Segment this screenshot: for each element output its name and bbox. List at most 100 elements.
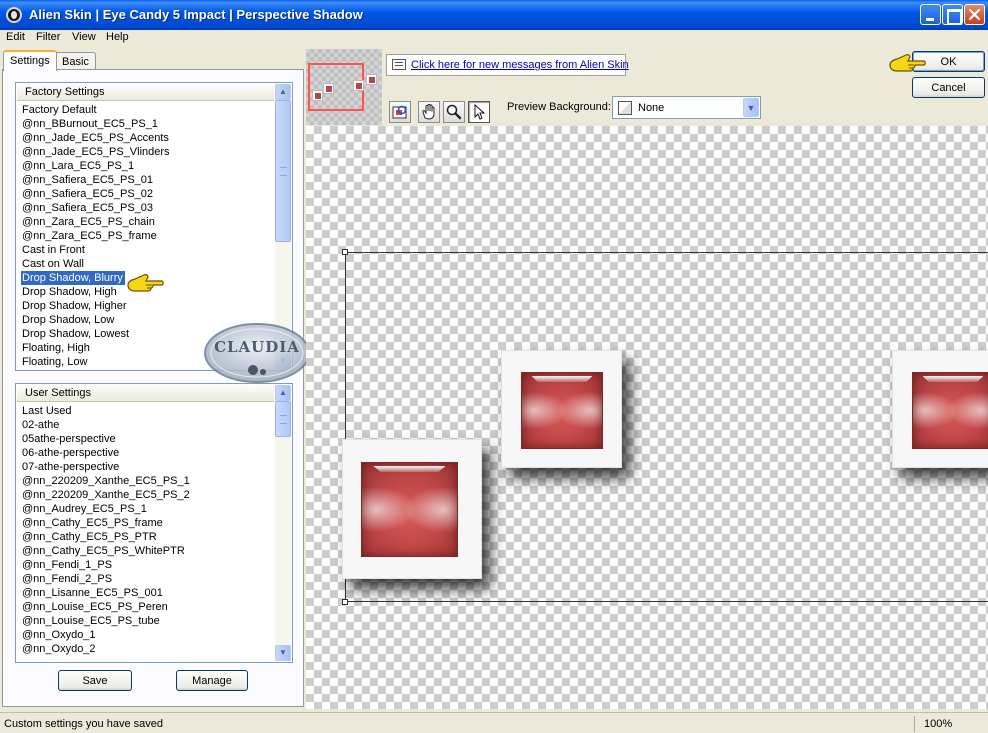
scroll-down-button[interactable]: ▼ xyxy=(275,645,291,661)
preview-background-select[interactable]: None ▼ xyxy=(612,96,761,119)
list-item[interactable]: Drop Shadow, Higher xyxy=(21,299,274,313)
list-item-label: @nn_Safiera_EC5_PS_02 xyxy=(22,188,154,200)
list-item-label: @nn_Louise_EC5_PS_tube xyxy=(22,615,160,627)
list-item[interactable]: @nn_Zara_EC5_PS_frame xyxy=(21,229,274,243)
list-item[interactable]: @nn_Jade_EC5_PS_Vlinders xyxy=(21,145,274,159)
list-item-label: 05athe-perspective xyxy=(22,433,116,445)
navigate-icon xyxy=(392,105,407,119)
list-item[interactable]: 02-athe xyxy=(21,418,274,432)
list-item[interactable]: @nn_Cathy_EC5_PS_frame xyxy=(21,516,274,530)
list-item-label: Cast in Front xyxy=(22,244,85,256)
navigation-thumbnail[interactable] xyxy=(306,49,382,125)
menu-filter[interactable]: Filter xyxy=(36,31,60,43)
pointer-tool-button[interactable] xyxy=(468,101,490,123)
list-item[interactable]: @nn_Fendi_2_PS xyxy=(21,572,274,586)
list-item[interactable]: @nn_220209_Xanthe_EC5_PS_2 xyxy=(21,488,274,502)
status-bar: Custom settings you have saved 100% xyxy=(0,712,988,733)
list-item-label: @nn_Louise_EC5_PS_Peren xyxy=(22,601,168,613)
list-item[interactable]: @nn_BBurnout_EC5_PS_1 xyxy=(21,117,274,131)
scroll-up-button[interactable]: ▲ xyxy=(275,84,291,100)
list-item-label: @nn_Cathy_EC5_PS_frame xyxy=(22,517,163,529)
list-item-label: @nn_220209_Xanthe_EC5_PS_1 xyxy=(22,475,190,487)
scroll-thumb[interactable] xyxy=(275,100,291,242)
list-item-label: @nn_Lisanne_EC5_PS_001 xyxy=(22,587,163,599)
list-item[interactable]: @nn_Audrey_EC5_PS_1 xyxy=(21,502,274,516)
list-item[interactable]: 06-athe-perspective xyxy=(21,446,274,460)
save-button[interactable]: Save xyxy=(58,670,132,691)
list-item[interactable]: 07-athe-perspective xyxy=(21,460,274,474)
list-item[interactable]: 05athe-perspective xyxy=(21,432,274,446)
list-item[interactable]: @nn_Safiera_EC5_PS_02 xyxy=(21,187,274,201)
list-item[interactable]: @nn_220209_Xanthe_EC5_PS_1 xyxy=(21,474,274,488)
user-settings-list[interactable]: User Settings Last Used 02-athe 05athe-per… xyxy=(15,383,293,663)
list-item-label: @nn_Fendi_1_PS xyxy=(22,559,113,571)
list-item-label: 06-athe-perspective xyxy=(22,447,120,459)
list-item[interactable]: Last Used xyxy=(21,404,274,418)
chevron-down-icon[interactable]: ▼ xyxy=(743,98,759,117)
list-item-label: Drop Shadow, Low xyxy=(22,314,115,326)
zoom-tool-button[interactable] xyxy=(443,101,465,123)
maximize-button[interactable] xyxy=(942,4,963,25)
title-bar[interactable]: Alien Skin | Eye Candy 5 Impact | Perspe… xyxy=(0,0,988,30)
preview-tile xyxy=(892,350,988,468)
menu-help[interactable]: Help xyxy=(106,31,129,43)
list-item-label: Drop Shadow, Higher xyxy=(22,300,127,312)
scroll-up-button[interactable]: ▲ xyxy=(275,385,291,401)
user-settings-header: User Settings xyxy=(17,385,274,402)
zoom-level: 100% xyxy=(924,718,953,730)
list-item-label: @nn_Zara_EC5_PS_chain xyxy=(22,216,155,228)
list-item-label: @nn_Safiera_EC5_PS_03 xyxy=(22,202,154,214)
list-item[interactable]: Factory Default xyxy=(21,103,274,117)
user-settings-scrollbar[interactable]: ▲ ▼ xyxy=(275,385,291,661)
mini-tile xyxy=(353,80,364,91)
preview-canvas[interactable] xyxy=(306,126,988,709)
background-swatch xyxy=(618,101,632,115)
cancel-button[interactable]: Cancel xyxy=(912,77,985,98)
manage-button[interactable]: Manage xyxy=(176,670,248,691)
hand-tool-button[interactable] xyxy=(418,101,440,123)
menu-view[interactable]: View xyxy=(72,31,96,43)
minimize-button[interactable] xyxy=(920,4,941,25)
list-item[interactable]: @nn_Jade_EC5_PS_Accents xyxy=(21,131,274,145)
list-item-label: @nn_Cathy_EC5_PS_WhitePTR xyxy=(22,545,185,557)
list-item[interactable]: Cast on Wall xyxy=(21,257,274,271)
status-separator xyxy=(914,716,915,732)
list-item[interactable]: @nn_Oxydo_1 xyxy=(21,628,274,642)
list-item[interactable]: @nn_Lara_EC5_PS_1 xyxy=(21,159,274,173)
selection-handle-bottom-left[interactable] xyxy=(342,599,348,605)
list-item-label: @nn_Oxydo_1 xyxy=(22,629,96,641)
selected-list-item-label: Drop Shadow, Blurry xyxy=(21,271,125,285)
tab-basic[interactable]: Basic xyxy=(55,52,96,70)
list-item[interactable]: @nn_Safiera_EC5_PS_01 xyxy=(21,173,274,187)
list-item[interactable]: @nn_Lisanne_EC5_PS_001 xyxy=(21,586,274,600)
navigate-tool-button[interactable] xyxy=(389,101,411,123)
list-item[interactable]: @nn_Cathy_EC5_PS_WhitePTR xyxy=(21,544,274,558)
preview-background-label: Preview Background: xyxy=(507,101,611,113)
list-item[interactable]: @nn_Fendi_1_PS xyxy=(21,558,274,572)
alien-skin-app-icon[interactable] xyxy=(6,7,22,23)
messages-link[interactable]: Click here for new messages from Alien S… xyxy=(411,59,629,71)
list-item[interactable]: @nn_Cathy_EC5_PS_PTR xyxy=(21,530,274,544)
selection-handle-top-left[interactable] xyxy=(342,249,348,255)
menu-edit[interactable]: Edit xyxy=(6,31,25,43)
mini-tile xyxy=(323,83,334,94)
list-item[interactable]: @nn_Oxydo_2 xyxy=(21,642,274,656)
close-button[interactable] xyxy=(964,4,985,25)
user-settings-items: Last Used 02-athe 05athe-perspective 06-ath… xyxy=(21,404,274,656)
list-item-label: 02-athe xyxy=(22,419,60,431)
list-item[interactable]: @nn_Zara_EC5_PS_chain xyxy=(21,215,274,229)
list-item-label: Floating, Low xyxy=(22,356,88,368)
list-item[interactable]: @nn_Louise_EC5_PS_tube xyxy=(21,614,274,628)
scroll-thumb[interactable] xyxy=(275,401,291,437)
list-item-label: Last Used xyxy=(22,405,72,417)
close-icon xyxy=(968,8,981,21)
status-text: Custom settings you have saved xyxy=(4,718,163,730)
tab-settings[interactable]: Settings xyxy=(3,50,57,71)
messages-box[interactable]: Click here for new messages from Alien S… xyxy=(386,54,629,76)
preview-tile xyxy=(342,439,482,579)
list-item[interactable]: Cast in Front xyxy=(21,243,274,257)
watermark-text: CLAUDIA xyxy=(214,338,300,356)
hand-pan-icon xyxy=(422,103,435,120)
list-item[interactable]: @nn_Louise_EC5_PS_Peren xyxy=(21,600,274,614)
list-item[interactable]: @nn_Safiera_EC5_PS_03 xyxy=(21,201,274,215)
